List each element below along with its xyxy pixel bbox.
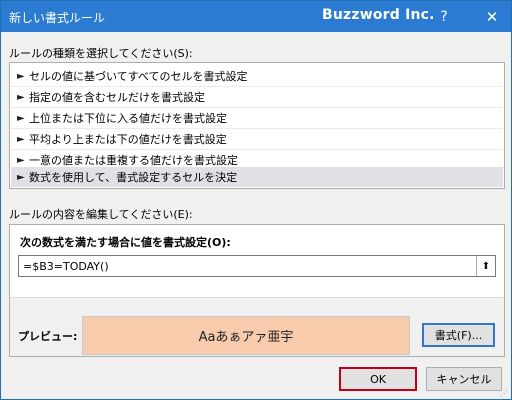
triangle-right-icon: ► [17, 112, 25, 124]
collapse-dialog-icon: ⬆ [481, 260, 491, 272]
rule-type-list[interactable]: ► セルの値に基づいてすべてのセルを書式設定 ► 指定の値を含むセルだけを書式設… [9, 62, 505, 189]
preview-label: プレビュー: [18, 330, 78, 343]
rule-type-item[interactable]: ► 平均より上または下の値だけを書式設定 [11, 129, 503, 149]
rule-type-item[interactable]: ► 指定の値を含むセルだけを書式設定 [11, 87, 503, 107]
close-button[interactable]: ✕ [473, 1, 511, 32]
help-icon: ? [440, 8, 448, 25]
triangle-right-icon: ► [17, 70, 25, 82]
rule-type-item-label: 上位または下位に入る値だけを書式設定 [29, 112, 227, 125]
rule-type-item-label: セルの値に基づいてすべてのセルを書式設定 [29, 70, 248, 83]
ok-button[interactable]: OK [339, 367, 417, 391]
rule-type-item-label: 平均より上または下の値だけを書式設定 [29, 133, 227, 146]
rule-content-label: ルールの内容を編集してください(E): [9, 208, 193, 221]
triangle-right-icon: ► [17, 171, 25, 183]
rule-type-item-label: 一意の値または重複する値だけを書式設定 [29, 154, 238, 167]
new-formatting-rule-dialog: 新しい書式ルール Buzzword Inc. ? ✕ ルールの種類を選択してくだ… [0, 0, 512, 400]
rule-type-item[interactable]: ► 上位または下位に入る値だけを書式設定 [11, 108, 503, 128]
rule-type-item-label: 数式を使用して、書式設定するセルを決定 [29, 171, 238, 184]
title-bar[interactable]: 新しい書式ルール Buzzword Inc. ? ✕ [1, 1, 511, 32]
formula-label: 次の数式を満たす場合に値を書式設定(O): [20, 236, 231, 249]
preview-text: Aaあぁアァ亜宇 [198, 330, 294, 345]
rule-type-label: ルールの種類を選択してください(S): [9, 47, 193, 60]
rule-type-item-label: 指定の値を含むセルだけを書式設定 [29, 91, 205, 104]
window-title: 新しい書式ルール [9, 11, 106, 25]
rule-content-panel: 次の数式を満たす場合に値を書式設定(O): ⬆ プレビュー: Aaあぁアァ亜宇 … [9, 224, 505, 357]
help-button[interactable]: ? [427, 1, 461, 32]
cancel-button[interactable]: キャンセル [426, 367, 502, 391]
collapse-dialog-button[interactable]: ⬆ [476, 256, 495, 276]
brand-name: Buzzword Inc. [322, 7, 435, 23]
rule-type-item-selected[interactable]: ► 数式を使用して、書式設定するセルを決定 [11, 167, 503, 187]
format-button[interactable]: 書式(F)... [422, 323, 495, 347]
triangle-right-icon: ► [17, 133, 25, 145]
triangle-right-icon: ► [17, 91, 25, 103]
preview-area: プレビュー: Aaあぁアァ亜宇 書式(F)... [10, 297, 504, 356]
preview-sample: Aaあぁアァ亜宇 [82, 316, 410, 355]
resize-grip-icon[interactable]: ⋰ [500, 389, 510, 399]
close-icon: ✕ [485, 7, 499, 26]
rule-type-item[interactable]: ► セルの値に基づいてすべてのセルを書式設定 [11, 66, 503, 86]
triangle-right-icon: ► [17, 154, 25, 166]
formula-input[interactable] [18, 255, 496, 277]
